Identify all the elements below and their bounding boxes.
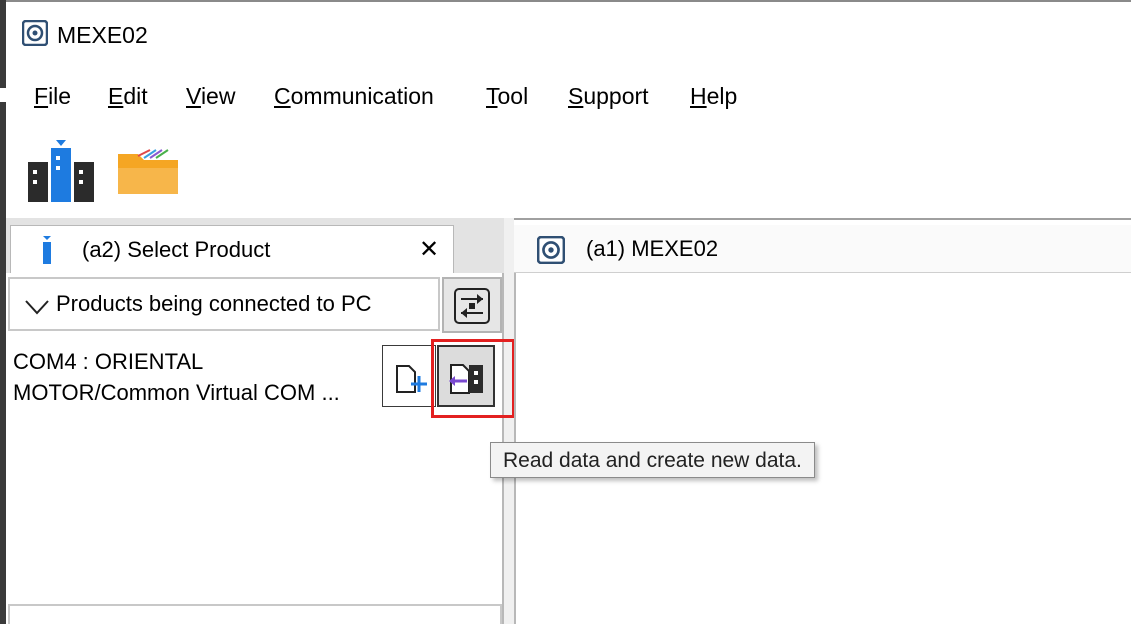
tab-select-product[interactable]: (a2) Select Product ✕ (10, 225, 454, 273)
menu-tool[interactable]: Tool (486, 81, 528, 111)
new-file-icon (396, 365, 427, 393)
tooltip: Read data and create new data. (490, 442, 815, 478)
tab-mexe02[interactable]: (a1) MEXE02 (514, 225, 1131, 273)
secondary-section-header[interactable] (8, 604, 502, 624)
menu-edit[interactable]: Edit (108, 81, 148, 111)
menu-view[interactable]: View (186, 81, 235, 111)
title-bar: MEXE02 (6, 2, 1131, 58)
menu-communication[interactable]: Communication (274, 81, 434, 111)
menu-bar: File Edit View Communication Tool Suppor… (6, 76, 1131, 116)
app-icon (537, 236, 565, 264)
highlight-box (431, 339, 515, 418)
section-label: Products being connected to PC (56, 291, 372, 316)
close-icon[interactable]: ✕ (419, 236, 439, 264)
menu-support[interactable]: Support (568, 81, 649, 111)
create-new-data-button[interactable] (382, 345, 436, 407)
connection-port-label: COM4 : ORIENTAL (13, 349, 204, 374)
chevron-down-icon (25, 300, 49, 315)
open-folder-icon (118, 149, 178, 194)
connection-device-label: MOTOR/Common Virtual COM ... (13, 380, 340, 405)
app-window: MEXE02 File Edit View Communication Tool… (6, 0, 1131, 624)
refresh-connection-icon (454, 288, 490, 324)
refresh-connection-button[interactable] (442, 277, 502, 333)
tab-label: (a2) Select Product (82, 237, 271, 262)
app-icon (22, 20, 48, 46)
select-product-button[interactable] (26, 136, 96, 204)
tab-label: (a1) MEXE02 (586, 236, 719, 261)
products-connected-header[interactable]: Products being connected to PC (8, 277, 440, 331)
main-panel: (a1) MEXE02 (514, 218, 1131, 624)
product-tab-icon (43, 236, 51, 264)
menu-help[interactable]: Help (690, 81, 737, 111)
open-folder-button[interactable] (116, 146, 180, 196)
select-product-panel: (a2) Select Product ✕ Products being con… (6, 218, 515, 624)
menu-file[interactable]: File (34, 81, 71, 111)
panel-top-border (514, 218, 1131, 220)
connected-product-item[interactable]: COM4 : ORIENTAL MOTOR/Common Virtual COM… (13, 346, 373, 408)
window-title: MEXE02 (57, 22, 148, 48)
select-product-icon (28, 140, 94, 202)
select-product-content: Products being connected to PC COM4 : OR… (6, 273, 515, 624)
